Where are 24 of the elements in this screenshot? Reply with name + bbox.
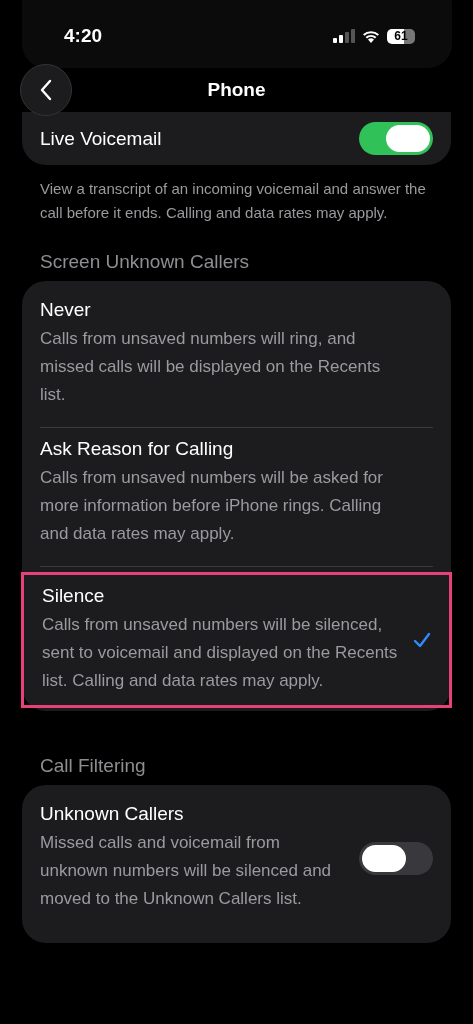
section-footer: View a transcript of an incoming voicemail and answer the call before it ends. Calling and data rates may apply. <box>40 177 439 225</box>
option-description: Calls from unsaved numbers will be silenced, sent to voicemail and displayed on the Recents list. Calling and data rates may apply. <box>42 614 399 692</box>
status-time: 4:20 <box>64 25 103 47</box>
option-description: Calls from unsaved numbers will be asked for more information before iPhone rings. Calling and data rates may apply. <box>40 467 384 545</box>
signal-icon <box>333 29 355 43</box>
toggle-switch[interactable] <box>359 122 433 155</box>
toggle-switch[interactable] <box>359 841 433 875</box>
option-title: Silence <box>42 585 106 607</box>
option-row[interactable]: Silence Calls from unsaved numbers will be silenced, sent to voicemail and displayed on the Recents list. Calling and data rates may apply. <box>24 575 449 705</box>
option-row[interactable]: Never Calls from unsaved numbers will ring, and missed calls will be displayed on the Recents list. <box>22 289 451 419</box>
checkmark-icon <box>413 632 431 648</box>
option-title: Never <box>40 299 92 321</box>
setting-label: Unknown Callers <box>40 803 185 825</box>
back-button[interactable] <box>20 64 72 116</box>
nav-title: Phone <box>207 79 266 101</box>
back-icon <box>39 78 53 102</box>
section-header: Screen Unknown Callers <box>40 251 251 273</box>
setting-description: Missed calls and voicemail from unknown numbers will be silenced and moved to the Unknown Callers list. <box>40 832 333 910</box>
option-row[interactable]: Ask Reason for Calling Calls from unsaved numbers will be asked for more information before iPhone rings. Calling and data rates may apply. <box>22 428 451 558</box>
option-description: Calls from unsaved numbers will ring, and missed calls will be displayed on the Recents list. <box>40 328 382 406</box>
option-title: Ask Reason for Calling <box>40 438 235 460</box>
setting-label: Live Voicemail <box>40 127 162 150</box>
section-header: Call Filtering <box>40 755 147 777</box>
wifi-icon <box>362 29 380 43</box>
